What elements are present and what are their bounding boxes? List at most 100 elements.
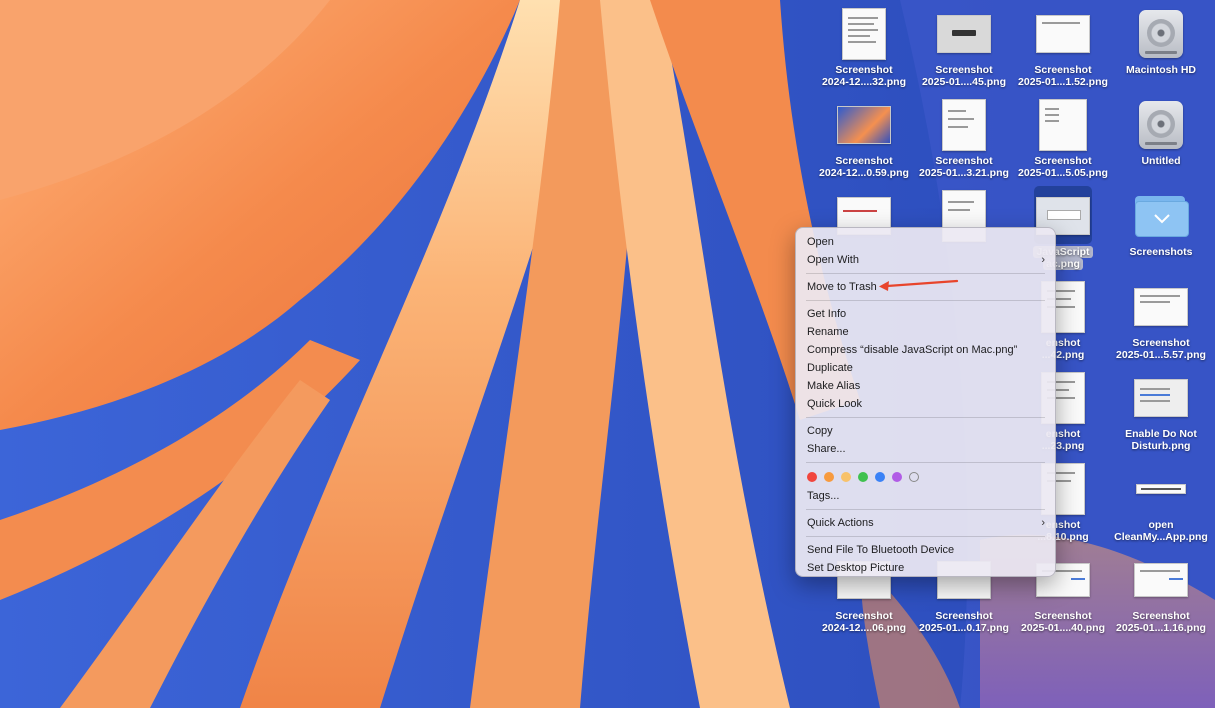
drive-name: Untitled bbox=[1141, 155, 1181, 167]
menu-item-share[interactable]: Share... bbox=[796, 440, 1055, 458]
file-name-line2: 2025-01...5.05.png bbox=[1018, 167, 1108, 179]
file-name-line1: Screenshot bbox=[1034, 64, 1092, 76]
file-name-line2: 2025-01....45.png bbox=[921, 76, 1007, 88]
file-name-line1: Enable Do Not bbox=[1125, 428, 1197, 440]
desktop-drive-icon[interactable]: Macintosh HD bbox=[1113, 8, 1209, 98]
menu-item-label: Get Info bbox=[807, 308, 847, 320]
desktop-file-icon[interactable]: Screenshot 2025-01...3.21.png bbox=[916, 99, 1012, 189]
desktop-drive-icon[interactable]: Untitled bbox=[1113, 99, 1209, 189]
menu-separator bbox=[806, 509, 1045, 510]
file-thumbnail bbox=[1134, 563, 1188, 597]
menu-item-open[interactable]: Open bbox=[796, 233, 1055, 251]
menu-item-label: Open With bbox=[807, 254, 859, 266]
menu-item-send-bluetooth[interactable]: Send File To Bluetooth Device bbox=[796, 541, 1055, 559]
menu-item-quick-actions[interactable]: Quick Actions › bbox=[796, 514, 1055, 532]
menu-item-make-alias[interactable]: Make Alias bbox=[796, 377, 1055, 395]
desktop[interactable]: Screenshot 2024-12....32.png Screenshot 20… bbox=[0, 0, 1215, 708]
file-thumbnail bbox=[1136, 484, 1186, 494]
menu-item-set-desktop-picture[interactable]: Set Desktop Picture bbox=[796, 559, 1055, 577]
desktop-file-icon[interactable]: Screenshot 2025-01...5.57.png bbox=[1113, 281, 1209, 371]
menu-item-label: Set Desktop Picture bbox=[807, 562, 905, 574]
menu-separator bbox=[806, 300, 1045, 301]
file-name-line1: Screenshot bbox=[835, 155, 893, 167]
menu-separator bbox=[806, 417, 1045, 418]
file-name-line2: 2025-01...0.17.png bbox=[919, 622, 1009, 634]
desktop-file-icon[interactable]: Screenshot 2025-01...5.05.png bbox=[1015, 99, 1111, 189]
file-thumbnail bbox=[1134, 288, 1188, 326]
file-name-line1: Screenshot bbox=[1132, 610, 1190, 622]
menu-separator bbox=[806, 462, 1045, 463]
menu-item-label: Open bbox=[807, 236, 834, 248]
menu-item-get-info[interactable]: Get Info bbox=[796, 305, 1055, 323]
menu-item-label: Move to Trash bbox=[807, 281, 877, 293]
file-name-line2: 2024-12...0.59.png bbox=[819, 167, 909, 179]
desktop-file-icon[interactable]: Screenshot 2025-01...1.52.png bbox=[1015, 8, 1111, 98]
desktop-file-icon[interactable]: Screenshot 2024-12....32.png bbox=[816, 8, 912, 98]
file-thumbnail bbox=[937, 15, 991, 53]
file-name-line2: CleanMy...App.png bbox=[1114, 531, 1208, 543]
file-name-line2: 2025-01...5.57.png bbox=[1116, 349, 1206, 361]
desktop-file-icon[interactable]: Screenshot 2024-12...0.59.png bbox=[816, 99, 912, 189]
desktop-file-icon[interactable]: Enable Do Not Disturb.png bbox=[1113, 372, 1209, 462]
menu-item-compress[interactable]: Compress “disable JavaScript on Mac.png” bbox=[796, 341, 1055, 359]
file-name-line2: 2025-01...1.52.png bbox=[1018, 76, 1108, 88]
file-name-line1: open bbox=[1148, 519, 1174, 531]
desktop-file-icon[interactable]: Screenshot 2025-01...1.16.png bbox=[1113, 554, 1209, 644]
menu-item-label: Compress “disable JavaScript on Mac.png” bbox=[807, 344, 1018, 356]
menu-item-label: Make Alias bbox=[807, 380, 861, 392]
menu-item-label: Send File To Bluetooth Device bbox=[807, 544, 955, 556]
file-name-line1: Screenshot bbox=[935, 610, 993, 622]
menu-item-label: Duplicate bbox=[807, 362, 853, 374]
file-thumbnail bbox=[842, 8, 886, 60]
file-name-line1: Screenshot bbox=[1034, 155, 1092, 167]
desktop-file-icon[interactable]: open CleanMy...App.png bbox=[1113, 463, 1209, 553]
desktop-file-icon[interactable]: Screenshot 2025-01....45.png bbox=[916, 8, 1012, 98]
menu-item-label: Copy bbox=[807, 425, 833, 437]
hard-drive-icon bbox=[1139, 10, 1183, 58]
file-thumbnail bbox=[942, 99, 986, 151]
menu-item-open-with[interactable]: Open With › bbox=[796, 251, 1055, 269]
file-name-line1: Screenshot bbox=[935, 155, 993, 167]
file-name-line1: Screenshot bbox=[1132, 337, 1190, 349]
file-name-line2: 2024-12....32.png bbox=[821, 76, 907, 88]
file-thumbnail bbox=[1036, 15, 1090, 53]
hard-drive-icon bbox=[1139, 101, 1183, 149]
file-name-line1: Screenshot bbox=[835, 610, 893, 622]
menu-item-copy[interactable]: Copy bbox=[796, 422, 1055, 440]
tag-yellow[interactable] bbox=[841, 472, 851, 482]
file-thumbnail bbox=[1039, 99, 1087, 151]
file-name-line1: Screenshot bbox=[835, 64, 893, 76]
file-name-line2: 2025-01...3.21.png bbox=[919, 167, 1009, 179]
menu-item-quick-look[interactable]: Quick Look bbox=[796, 395, 1055, 413]
file-name-line2: 2024-12....06.png bbox=[821, 622, 907, 634]
annotation-arrow-icon bbox=[879, 279, 959, 291]
tag-color-row bbox=[796, 467, 1055, 487]
file-thumbnail bbox=[837, 106, 891, 144]
tag-green[interactable] bbox=[858, 472, 868, 482]
file-name-line1: Screenshot bbox=[935, 64, 993, 76]
tag-red[interactable] bbox=[807, 472, 817, 482]
file-name-line2: 2025-01....40.png bbox=[1020, 622, 1106, 634]
tag-blue[interactable] bbox=[875, 472, 885, 482]
desktop-folder-icon[interactable]: Screenshots bbox=[1113, 190, 1209, 280]
menu-item-duplicate[interactable]: Duplicate bbox=[796, 359, 1055, 377]
menu-item-label: Quick Actions bbox=[807, 517, 874, 529]
menu-item-label: Tags... bbox=[807, 490, 840, 502]
file-name-line1: Screenshot bbox=[1034, 610, 1092, 622]
tag-purple[interactable] bbox=[892, 472, 902, 482]
menu-item-rename[interactable]: Rename bbox=[796, 323, 1055, 341]
file-name-line2: Disturb.png bbox=[1131, 440, 1191, 452]
tag-none[interactable] bbox=[909, 472, 919, 482]
menu-separator bbox=[806, 536, 1045, 537]
chevron-right-icon: › bbox=[1041, 517, 1045, 529]
menu-item-label: Share... bbox=[807, 443, 846, 455]
tag-orange[interactable] bbox=[824, 472, 834, 482]
file-name-line2: 2025-01...1.16.png bbox=[1116, 622, 1206, 634]
folder-icon bbox=[1135, 196, 1189, 237]
menu-separator bbox=[806, 273, 1045, 274]
folder-name: Screenshots bbox=[1129, 246, 1193, 258]
drive-name: Macintosh HD bbox=[1125, 64, 1196, 76]
menu-item-label: Quick Look bbox=[807, 398, 863, 410]
menu-item-tags[interactable]: Tags... bbox=[796, 487, 1055, 505]
menu-item-label: Rename bbox=[807, 326, 849, 338]
